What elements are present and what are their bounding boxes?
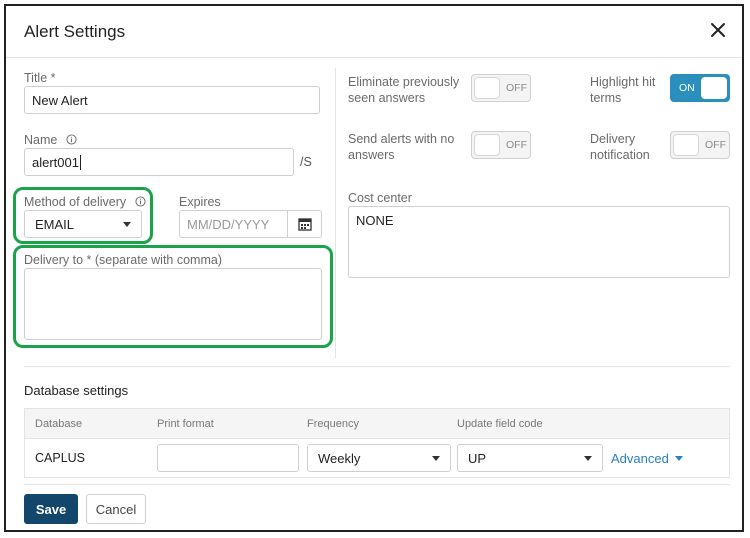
send-alerts-no-answers-label: Send alerts with no answers — [348, 132, 455, 162]
title-input-value: New Alert — [32, 92, 88, 108]
column-header-database: Database — [35, 418, 83, 430]
column-header-update-field-code: Update field code — [457, 418, 543, 430]
highlight-hit-terms-toggle[interactable]: ON — [670, 74, 730, 102]
expires-input[interactable]: MM/DD/YYYY — [179, 210, 322, 238]
frequency-value: Weekly — [318, 450, 361, 466]
advanced-label: Advanced — [611, 451, 669, 466]
column-header-print-format: Print format — [157, 418, 214, 430]
calendar-button[interactable] — [287, 211, 321, 237]
update-field-code-value: UP — [468, 450, 487, 466]
title-label: Title * — [24, 71, 56, 85]
delivery-notification-toggle[interactable]: OFF — [670, 131, 730, 159]
update-field-code-select[interactable]: UP — [457, 444, 603, 472]
title-input[interactable]: New Alert — [24, 86, 320, 114]
toggle-knob — [701, 77, 727, 99]
chevron-down-icon — [584, 455, 592, 461]
toggle-knob — [474, 134, 500, 156]
text-cursor — [79, 154, 81, 170]
name-suffix: /S — [300, 155, 312, 169]
alert-settings-dialog: Alert Settings Title * New Alert Name al… — [4, 4, 744, 532]
delivery-notification-label: Delivery notification — [590, 132, 650, 162]
cancel-button[interactable]: Cancel — [86, 494, 146, 524]
method-of-delivery-highlight — [13, 187, 153, 244]
delivery-to-highlight — [13, 245, 333, 348]
frequency-select[interactable]: Weekly — [307, 444, 451, 472]
column-divider — [335, 68, 336, 358]
toggle-state: OFF — [506, 82, 527, 94]
dialog-title: Alert Settings — [24, 22, 126, 41]
expires-label: Expires — [179, 195, 221, 209]
dialog-header: Alert Settings — [6, 6, 742, 58]
expires-placeholder: MM/DD/YYYY — [187, 216, 270, 232]
close-icon[interactable] — [706, 18, 730, 42]
send-alerts-no-answers-toggle[interactable]: OFF — [471, 131, 531, 159]
toggle-knob — [673, 134, 699, 156]
toggle-state: OFF — [705, 139, 726, 151]
toggle-state: ON — [679, 82, 695, 94]
column-header-frequency: Frequency — [307, 418, 359, 430]
toggle-knob — [474, 77, 500, 99]
print-format-input[interactable] — [157, 444, 299, 472]
database-table: Database Print format Frequency Update f… — [24, 408, 730, 478]
advanced-link[interactable]: Advanced — [611, 451, 683, 466]
cost-center-value: NONE — [356, 213, 394, 228]
footer-divider — [24, 484, 730, 485]
highlight-hit-terms-label: Highlight hit terms — [590, 75, 656, 105]
eliminate-seen-toggle[interactable]: OFF — [471, 74, 531, 102]
name-label: Name — [24, 133, 58, 147]
database-settings-title: Database settings — [24, 383, 129, 398]
chevron-down-icon — [674, 456, 683, 461]
name-input[interactable]: alert001 — [24, 148, 294, 176]
toggle-state: OFF — [506, 139, 527, 151]
cost-center-textarea[interactable]: NONE — [348, 206, 730, 278]
database-cell: CAPLUS — [35, 451, 86, 465]
calendar-icon — [297, 218, 312, 231]
section-divider — [24, 366, 730, 367]
chevron-down-icon — [432, 455, 440, 461]
save-button[interactable]: Save — [24, 494, 78, 524]
table-header: Database Print format Frequency Update f… — [25, 409, 729, 439]
name-input-value: alert001 — [32, 154, 79, 170]
eliminate-seen-label: Eliminate previously seen answers — [348, 75, 460, 105]
cost-center-label: Cost center — [348, 191, 412, 205]
info-icon[interactable] — [66, 134, 77, 145]
